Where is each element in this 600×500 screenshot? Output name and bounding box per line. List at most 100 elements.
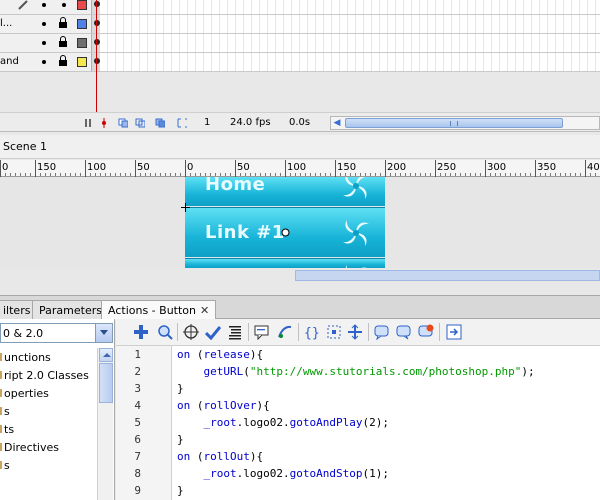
stage-horizontal-scrollbar[interactable] [295, 270, 600, 281]
layer-frames[interactable] [92, 15, 600, 33]
scene-label[interactable]: Scene 1 [3, 140, 47, 153]
toolbox-item[interactable]: unctions [0, 351, 51, 369]
layer-color-swatch[interactable] [77, 0, 87, 10]
show-code-hint-icon[interactable] [254, 324, 270, 340]
collapse-selection-icon[interactable] [326, 324, 342, 340]
code-token: on [177, 348, 191, 361]
chevron-down-icon[interactable] [95, 324, 112, 342]
link-1-button[interactable]: Link #1 [185, 207, 385, 257]
code-line[interactable]: getURL("http://www.stutorials.com/photos… [177, 365, 535, 378]
script-assist-icon[interactable] [446, 324, 462, 340]
debug-options-icon[interactable] [277, 324, 293, 340]
scroll-up-arrow-icon[interactable] [99, 348, 113, 362]
insert-target-path-icon[interactable] [183, 324, 199, 340]
layer-header[interactable] [0, 34, 92, 52]
toolbox-item[interactable]: ript 2.0 Classes [0, 369, 89, 387]
layer-frames[interactable] [92, 0, 600, 14]
onion-skin-icon[interactable] [118, 118, 128, 128]
scrollbar-thumb[interactable] [345, 118, 563, 128]
add-statement-icon[interactable] [133, 324, 149, 340]
toolbox-item-label: s [4, 459, 10, 472]
actionscript-version-select[interactable]: 0 & 2.0 [0, 323, 113, 343]
code-line[interactable]: _root.logo02.gotoAndPlay(2); [177, 416, 389, 429]
tab-actions-button[interactable]: Actions - Button ✕ [101, 300, 217, 320]
layer-header[interactable]: and [0, 53, 92, 71]
toolbox-item[interactable]: s [0, 459, 10, 477]
code-line[interactable]: } [177, 433, 184, 446]
code-token: ){ [249, 348, 264, 361]
layer-name[interactable]: and [0, 56, 19, 67]
swirl-logo-icon [343, 220, 369, 246]
code-line[interactable]: on (rollOut){ [177, 450, 263, 463]
home-button[interactable]: Home [185, 177, 385, 206]
code-token: (1); [362, 467, 389, 480]
timeline-horizontal-scrollbar[interactable]: ◀ [330, 116, 600, 130]
remove-comment-icon[interactable] [418, 324, 434, 340]
code-line[interactable]: on (rollOver){ [177, 399, 270, 412]
edit-multiple-frames-icon[interactable] [155, 118, 165, 128]
onion-skin-outlines-icon[interactable] [135, 118, 145, 128]
center-frame-icon[interactable] [99, 118, 109, 128]
code-line[interactable]: _root.logo02.gotoAndStop(1); [177, 467, 389, 480]
modify-onion-markers-icon[interactable] [177, 118, 187, 128]
scrollbar-thumb[interactable] [99, 363, 113, 403]
toolbox-item[interactable]: operties [0, 387, 49, 405]
layer-row-1[interactable]: l... [0, 15, 600, 34]
layer-frames[interactable] [92, 53, 600, 71]
layer-name[interactable]: l... [0, 18, 12, 29]
layer-color-swatch[interactable] [77, 38, 87, 48]
code-line[interactable]: on (release){ [177, 348, 263, 361]
code-line[interactable]: } [177, 484, 184, 497]
toolbox-item[interactable]: ts [0, 423, 14, 441]
playhead[interactable] [96, 0, 97, 128]
eye-dot-icon[interactable] [42, 60, 46, 64]
link-2-button[interactable] [185, 258, 385, 268]
button-label: Home [205, 177, 266, 195]
lock-icon[interactable] [59, 17, 67, 29]
frame-rate[interactable]: 24.0 fps [230, 117, 271, 128]
expand-all-icon[interactable] [347, 324, 363, 340]
code-token: on [177, 399, 191, 412]
check-syntax-icon[interactable] [205, 324, 221, 340]
toolbox-item[interactable]: s [0, 405, 10, 423]
code-token: gotoAndStop [289, 467, 363, 480]
tab-label: ilters [3, 304, 31, 317]
ruler-tick: 50 [137, 162, 150, 173]
scroll-to-playhead-icon[interactable] [84, 118, 94, 128]
eye-dot-icon[interactable] [42, 41, 46, 45]
close-icon[interactable]: ✕ [200, 304, 209, 317]
apply-line-comment-icon[interactable] [396, 324, 412, 340]
apply-block-comment-icon[interactable] [374, 324, 390, 340]
line-number-gutter: 1 2 3 4 5 6 7 8 9 [116, 346, 172, 500]
menu-buttons[interactable]: Home Link #1 [185, 177, 385, 268]
eye-dot-icon[interactable] [42, 22, 46, 26]
scroll-left-arrow-icon[interactable]: ◀ [331, 117, 343, 129]
lock-icon[interactable] [59, 55, 67, 67]
toolbox-item[interactable]: Directives [0, 441, 59, 459]
stage[interactable]: Home Link #1 [0, 177, 600, 268]
toolbox-scrollbar[interactable] [97, 348, 113, 500]
lock-icon[interactable] [59, 36, 67, 48]
layer-header[interactable] [0, 0, 92, 14]
auto-format-icon[interactable] [227, 324, 243, 340]
layer-header[interactable]: l... [0, 15, 92, 33]
tab-parameters[interactable]: Parameters [32, 300, 109, 319]
layer-color-swatch[interactable] [77, 57, 87, 67]
layer-row-2[interactable] [0, 34, 600, 53]
line-number: 3 [134, 382, 141, 395]
eye-dot-icon[interactable] [42, 3, 46, 7]
code-token: ){ [249, 450, 264, 463]
tab-label: Actions - Button [108, 304, 196, 317]
collapse-between-braces-icon[interactable]: {} [304, 324, 320, 340]
layer-color-swatch[interactable] [77, 19, 87, 29]
keyframe-icon [94, 20, 100, 26]
code-line[interactable]: } [177, 382, 184, 395]
layer-row-3[interactable]: and [0, 53, 600, 72]
code-token: _root [203, 416, 237, 429]
layer-frames[interactable] [92, 34, 600, 52]
swirl-logo-icon [343, 177, 369, 199]
find-icon[interactable] [157, 324, 173, 340]
code-editor[interactable]: 123456789 on (release){ getURL("http://w… [116, 346, 600, 500]
layer-row-top[interactable] [0, 0, 600, 15]
lock-dot-icon[interactable] [62, 3, 66, 7]
